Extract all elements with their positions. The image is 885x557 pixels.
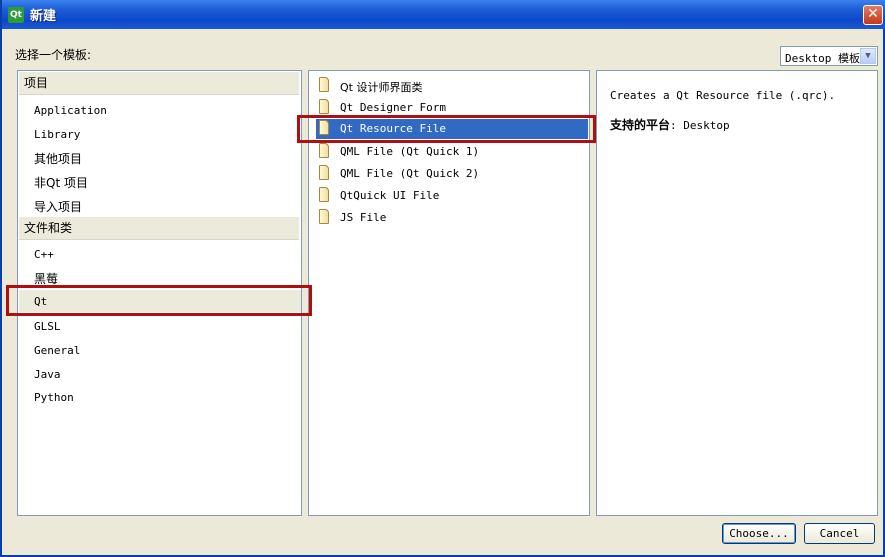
category-item[interactable]: Python — [34, 391, 74, 404]
category-group-header: 项目 — [19, 72, 299, 95]
category-item[interactable]: C++ — [34, 248, 54, 261]
category-group-header: 文件和类 — [19, 217, 299, 240]
window-title: 新建 — [30, 9, 57, 24]
cancel-button[interactable]: Cancel — [804, 523, 875, 544]
file-icon — [319, 165, 329, 180]
file-icon — [319, 99, 329, 114]
file-icon — [319, 77, 329, 92]
file-icon — [319, 143, 329, 158]
template-item-label: JS File — [340, 211, 387, 224]
highlight-box-template — [297, 115, 596, 143]
choose-button[interactable]: Choose... — [722, 523, 796, 544]
template-item[interactable]: QtQuick UI File — [316, 186, 588, 206]
platform-label: 支持的平台 — [610, 118, 671, 132]
template-filter-select[interactable]: Desktop 模板 ▼ — [780, 46, 878, 66]
template-description: Creates a Qt Resource file (.qrc). — [610, 89, 836, 102]
new-project-dialog: Qt 新建 ✕ 选择一个模板: Desktop 模板 ▼ 项目 Applicat… — [0, 0, 885, 557]
highlight-box-category — [6, 285, 312, 316]
template-item[interactable]: JS File — [316, 208, 588, 228]
template-item[interactable]: Qt 设计师界面类 — [316, 76, 588, 96]
template-item-label: QML File (Qt Quick 1) — [340, 145, 480, 158]
title-bar[interactable]: Qt 新建 ✕ — [2, 0, 885, 29]
file-icon — [319, 187, 329, 202]
category-item[interactable]: Java — [34, 368, 61, 381]
platform-value: : Desktop — [670, 119, 730, 132]
qt-creator-icon: Qt — [8, 7, 24, 23]
supported-platforms: 支持的平台: Desktop — [610, 116, 730, 133]
category-item[interactable]: 其他项目 — [34, 150, 82, 167]
template-details: Creates a Qt Resource file (.qrc). 支持的平台… — [596, 70, 878, 516]
template-item[interactable]: QML File (Qt Quick 1) — [316, 142, 588, 162]
template-item-label: QtQuick UI File — [340, 189, 440, 202]
category-item[interactable]: GLSL — [34, 320, 61, 333]
template-item[interactable]: QML File (Qt Quick 2) — [316, 164, 588, 184]
choose-template-label: 选择一个模板: — [15, 48, 92, 62]
close-button[interactable]: ✕ — [863, 5, 883, 25]
template-item-label: QML File (Qt Quick 2) — [340, 167, 480, 180]
template-item-label: Qt Designer Form — [340, 101, 446, 114]
close-icon: ✕ — [867, 6, 879, 22]
category-item[interactable]: Application — [34, 104, 107, 117]
category-item[interactable]: 导入项目 — [34, 198, 82, 215]
category-item[interactable]: 非Qt 项目 — [34, 174, 88, 191]
chevron-down-icon[interactable]: ▼ — [860, 48, 876, 64]
category-item[interactable]: General — [34, 344, 80, 357]
category-item[interactable]: Library — [34, 128, 80, 141]
template-filter-value: Desktop 模板 — [785, 52, 860, 65]
template-item-label: Qt 设计师界面类 — [340, 81, 423, 94]
file-icon — [319, 209, 329, 224]
